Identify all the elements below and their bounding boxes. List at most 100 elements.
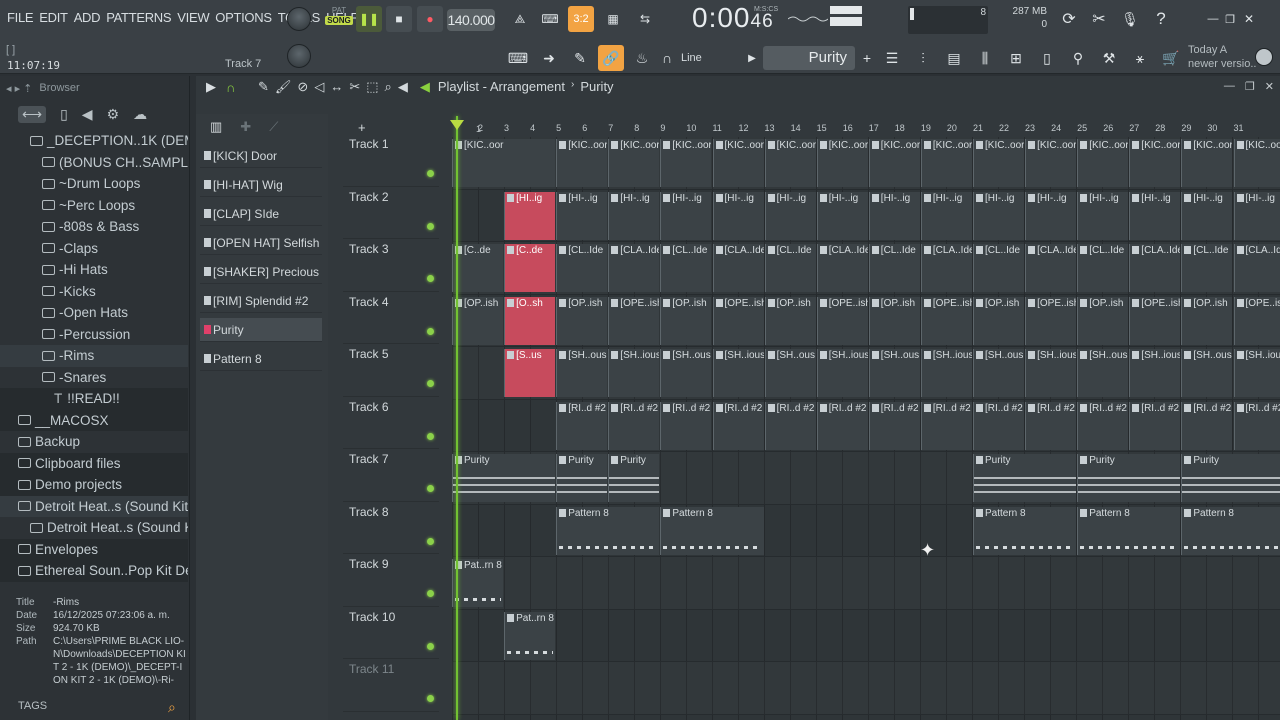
pattern-clip[interactable]: [HI-..ig xyxy=(1233,191,1280,240)
browser-arrows-icon[interactable]: ◂ ▸ ⇡ xyxy=(6,82,32,95)
track-lane[interactable] xyxy=(452,610,1280,662)
menu-file[interactable]: FILE xyxy=(4,10,36,25)
pattern-item[interactable]: [HI-HAT] Wig xyxy=(200,173,322,197)
browser-item[interactable]: ~Drum Loops xyxy=(0,173,188,195)
pattern-clip[interactable]: [RI..d #2 xyxy=(920,401,972,450)
browser-item[interactable]: Demo projects xyxy=(0,474,188,496)
cut-icon[interactable]: ✂ xyxy=(1086,6,1112,32)
play-arrow-icon[interactable]: ▶ xyxy=(206,79,216,95)
pattern-clip[interactable]: [KIC..oor xyxy=(1077,139,1129,187)
browser-item[interactable]: -Hi Hats xyxy=(0,259,188,281)
pattern-clip[interactable]: [OP..ish xyxy=(660,296,712,345)
typing-keyboard-icon[interactable]: ⌨ xyxy=(505,45,531,71)
pattern-clip[interactable]: [CLA..Ide xyxy=(712,244,764,292)
pattern-clip[interactable]: [HI..ig xyxy=(504,191,556,240)
pattern-clip[interactable]: [SH..ous xyxy=(973,349,1025,397)
track-mute-led[interactable] xyxy=(427,170,434,177)
pattern-clip[interactable]: [CL..Ide xyxy=(660,244,712,292)
zoom-tool-icon[interactable]: ⌕ xyxy=(385,79,392,95)
playlist-close-icon[interactable]: ✕ xyxy=(1265,80,1274,93)
track-lane[interactable] xyxy=(452,662,1280,715)
pattern-clip[interactable]: [C..de xyxy=(504,244,556,292)
track-mute-led[interactable] xyxy=(427,432,434,440)
stop-button[interactable]: ■ xyxy=(386,6,412,32)
arrangement-grid[interactable]: [KIC..oor [KIC..oor [KIC..oor [KIC..oor [KIC… xyxy=(452,137,1280,720)
pattern-clip[interactable]: [RI..d #2 xyxy=(1077,401,1129,450)
pattern-clip[interactable]: [HI-..ig xyxy=(868,191,920,240)
microphone-icon[interactable]: 🎙 xyxy=(1117,6,1143,32)
countdown-icon[interactable]: 3:2 xyxy=(568,6,594,32)
close-icon[interactable]: ✕ xyxy=(1236,6,1262,32)
pattern-clip[interactable]: [O..sh xyxy=(504,296,556,345)
pattern-clip[interactable]: Pattern 8 xyxy=(973,506,1077,555)
pattern-clip[interactable]: [SH..ious xyxy=(1025,349,1077,397)
track-mute-led[interactable] xyxy=(427,642,434,650)
pattern-clip[interactable]: Purity xyxy=(452,454,556,502)
track-lane[interactable] xyxy=(452,557,1280,610)
pattern-clip[interactable]: [OP..ish xyxy=(452,296,504,345)
pattern-clip[interactable]: [KIC..oor xyxy=(452,139,556,187)
track-header[interactable]: Track 5 xyxy=(343,344,439,397)
pattern-clip[interactable]: Pattern 8 xyxy=(556,506,660,555)
browser-item[interactable]: Detroit Heat..s (Sound Kit) xyxy=(0,517,188,539)
pattern-clip[interactable]: [RI..d #2 xyxy=(556,401,608,450)
pattern-clip[interactable]: [CL..Ide xyxy=(1181,244,1233,292)
pattern-item[interactable]: [CLAP] SIde xyxy=(200,202,322,226)
pattern-clip[interactable]: [HI-..ig xyxy=(1129,191,1181,240)
delete-tool-icon[interactable]: ⊘ xyxy=(297,79,308,95)
pattern-clip[interactable]: Pattern 8 xyxy=(1181,506,1280,555)
pattern-clip[interactable]: [RI..d #2 xyxy=(973,401,1025,450)
pattern-clip[interactable]: Pattern 8 xyxy=(1077,506,1181,555)
browser-plugin-icon[interactable]: ⚙ xyxy=(107,106,120,123)
pattern-clip[interactable]: [RI..d #2 xyxy=(1181,401,1233,450)
pattern-clip[interactable]: Pattern 8 xyxy=(660,506,764,555)
undo-history-icon[interactable]: ⟳ xyxy=(1056,6,1082,32)
pattern-item[interactable]: Pattern 8 xyxy=(200,347,322,371)
tool-icon[interactable]: ⚒ xyxy=(1096,45,1122,71)
browser-item[interactable]: Envelopes xyxy=(0,538,188,560)
menu-add[interactable]: ADD xyxy=(71,10,104,25)
track-mute-led[interactable] xyxy=(427,695,434,702)
browser-item[interactable]: -Claps xyxy=(0,238,188,260)
project-icon[interactable]: ▯ xyxy=(1034,45,1060,71)
mute-tool-icon[interactable]: ◁ xyxy=(314,79,324,95)
tempo-tool-icon[interactable]: ⚹ xyxy=(1127,45,1153,71)
pattern-clip[interactable]: [HI-..ig xyxy=(660,191,712,240)
pattern-clip[interactable]: [OP..ish xyxy=(764,296,816,345)
snap-selector[interactable]: Line xyxy=(681,52,741,64)
help-icon[interactable]: ? xyxy=(1148,6,1174,32)
pattern-clip[interactable]: [OPE..ish xyxy=(608,296,660,345)
pattern-item[interactable]: Purity xyxy=(200,318,322,342)
pattern-clip[interactable]: [HI-..ig xyxy=(712,191,764,240)
pattern-clip[interactable]: [RI..d #2 xyxy=(660,401,712,450)
track-mute-led[interactable] xyxy=(427,590,434,597)
pattern-clip[interactable]: [KIC..oor xyxy=(660,139,712,187)
pattern-clip[interactable]: [HI-..ig xyxy=(1077,191,1129,240)
pattern-clip[interactable]: [RI..d #2 xyxy=(712,401,764,450)
menu-patterns[interactable]: PATTERNS xyxy=(103,10,174,25)
pattern-clip[interactable]: [CLA..Ide xyxy=(608,244,660,292)
pattern-clip[interactable]: [KIC..oor xyxy=(868,139,920,187)
pattern-clip[interactable]: Purity xyxy=(1181,454,1280,502)
track-header[interactable]: Track 2 xyxy=(343,187,439,239)
piano-icon[interactable]: ▥ xyxy=(210,119,222,135)
pattern-clip[interactable]: Purity xyxy=(1077,454,1181,502)
pattern-clip[interactable]: [KIC..oor xyxy=(608,139,660,187)
pattern-clip[interactable]: [RI..d #2 xyxy=(868,401,920,450)
mixer-icon[interactable]: ⫼ xyxy=(972,45,998,71)
pattern-clip[interactable]: [SH..ous xyxy=(1181,349,1233,397)
pattern-clip[interactable]: [CLA..Ide xyxy=(920,244,972,292)
track-header[interactable]: Track 4 xyxy=(343,292,439,344)
browser-item[interactable]: Clipboard files xyxy=(0,452,188,474)
pattern-clip[interactable]: [SH..ous xyxy=(868,349,920,397)
pattern-clip[interactable]: [SH..ous xyxy=(764,349,816,397)
picker-plus-icon[interactable]: ✚ xyxy=(240,119,251,135)
pause-button[interactable]: ❚❚ xyxy=(356,6,382,32)
loop-record-icon[interactable]: ⇆ xyxy=(632,6,658,32)
timeline-ruler[interactable]: 2 3 4 5 6 7 8 9 10 11 12 13 14 15 16 17 18 19 20 21 22 23 24 25… xyxy=(458,120,1280,136)
metronome-icon[interactable]: ⟁ xyxy=(507,6,533,32)
pattern-clip[interactable]: [OPE..ish xyxy=(712,296,764,345)
browser-file-icon[interactable]: ▯ xyxy=(60,106,68,123)
play-pattern-icon[interactable]: ▶ xyxy=(746,45,758,71)
track-mute-led[interactable] xyxy=(427,380,434,387)
